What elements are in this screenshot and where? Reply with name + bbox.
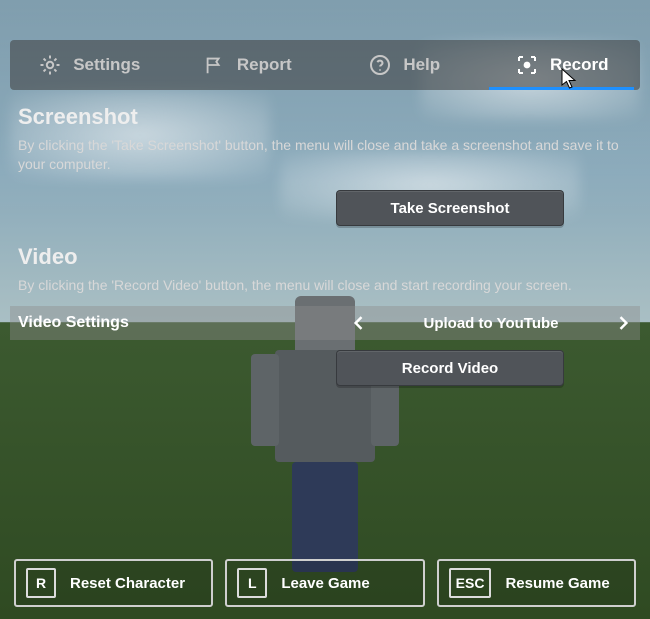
video-settings-row: Video Settings Upload to YouTube bbox=[10, 306, 640, 340]
record-video-button[interactable]: Record Video bbox=[336, 350, 564, 386]
gear-icon bbox=[37, 52, 63, 78]
bottom-actions: R Reset Character L Leave Game ESC Resum… bbox=[14, 559, 636, 607]
flag-icon bbox=[201, 52, 227, 78]
chevron-left-icon bbox=[349, 313, 369, 333]
resume-game-button[interactable]: ESC Resume Game bbox=[437, 559, 636, 607]
video-desc: By clicking the 'Record Video' button, t… bbox=[18, 276, 632, 295]
keycap: R bbox=[26, 568, 56, 598]
reset-character-button[interactable]: R Reset Character bbox=[14, 559, 213, 607]
keycap: L bbox=[237, 568, 267, 598]
action-label: Leave Game bbox=[281, 575, 369, 592]
video-settings-prev[interactable] bbox=[342, 313, 376, 333]
help-icon bbox=[367, 52, 393, 78]
tab-help[interactable]: Help bbox=[325, 40, 483, 90]
video-settings-value: Upload to YouTube bbox=[376, 315, 606, 332]
tab-label: Help bbox=[403, 55, 440, 75]
button-label: Record Video bbox=[402, 360, 498, 377]
chevron-right-icon bbox=[613, 313, 633, 333]
action-label: Reset Character bbox=[70, 575, 185, 592]
screenshot-title: Screenshot bbox=[18, 104, 632, 130]
record-icon bbox=[514, 52, 540, 78]
video-settings-label: Video Settings bbox=[10, 314, 129, 332]
action-label: Resume Game bbox=[505, 575, 609, 592]
screenshot-panel: Screenshot By clicking the 'Take Screens… bbox=[18, 104, 632, 174]
menu-tabbar: Settings Report Help Record bbox=[10, 40, 640, 90]
player-avatar bbox=[265, 300, 385, 572]
tab-label: Record bbox=[550, 55, 609, 75]
tab-report[interactable]: Report bbox=[168, 40, 326, 90]
tab-label: Report bbox=[237, 55, 292, 75]
tab-record[interactable]: Record bbox=[483, 40, 641, 90]
video-title: Video bbox=[18, 244, 632, 270]
take-screenshot-button[interactable]: Take Screenshot bbox=[336, 190, 564, 226]
video-settings-next[interactable] bbox=[606, 313, 640, 333]
screenshot-desc: By clicking the 'Take Screenshot' button… bbox=[18, 136, 632, 174]
tab-settings[interactable]: Settings bbox=[10, 40, 168, 90]
tab-label: Settings bbox=[73, 55, 140, 75]
keycap: ESC bbox=[449, 568, 492, 598]
video-panel: Video By clicking the 'Record Video' but… bbox=[18, 244, 632, 295]
leave-game-button[interactable]: L Leave Game bbox=[225, 559, 424, 607]
button-label: Take Screenshot bbox=[391, 200, 510, 217]
